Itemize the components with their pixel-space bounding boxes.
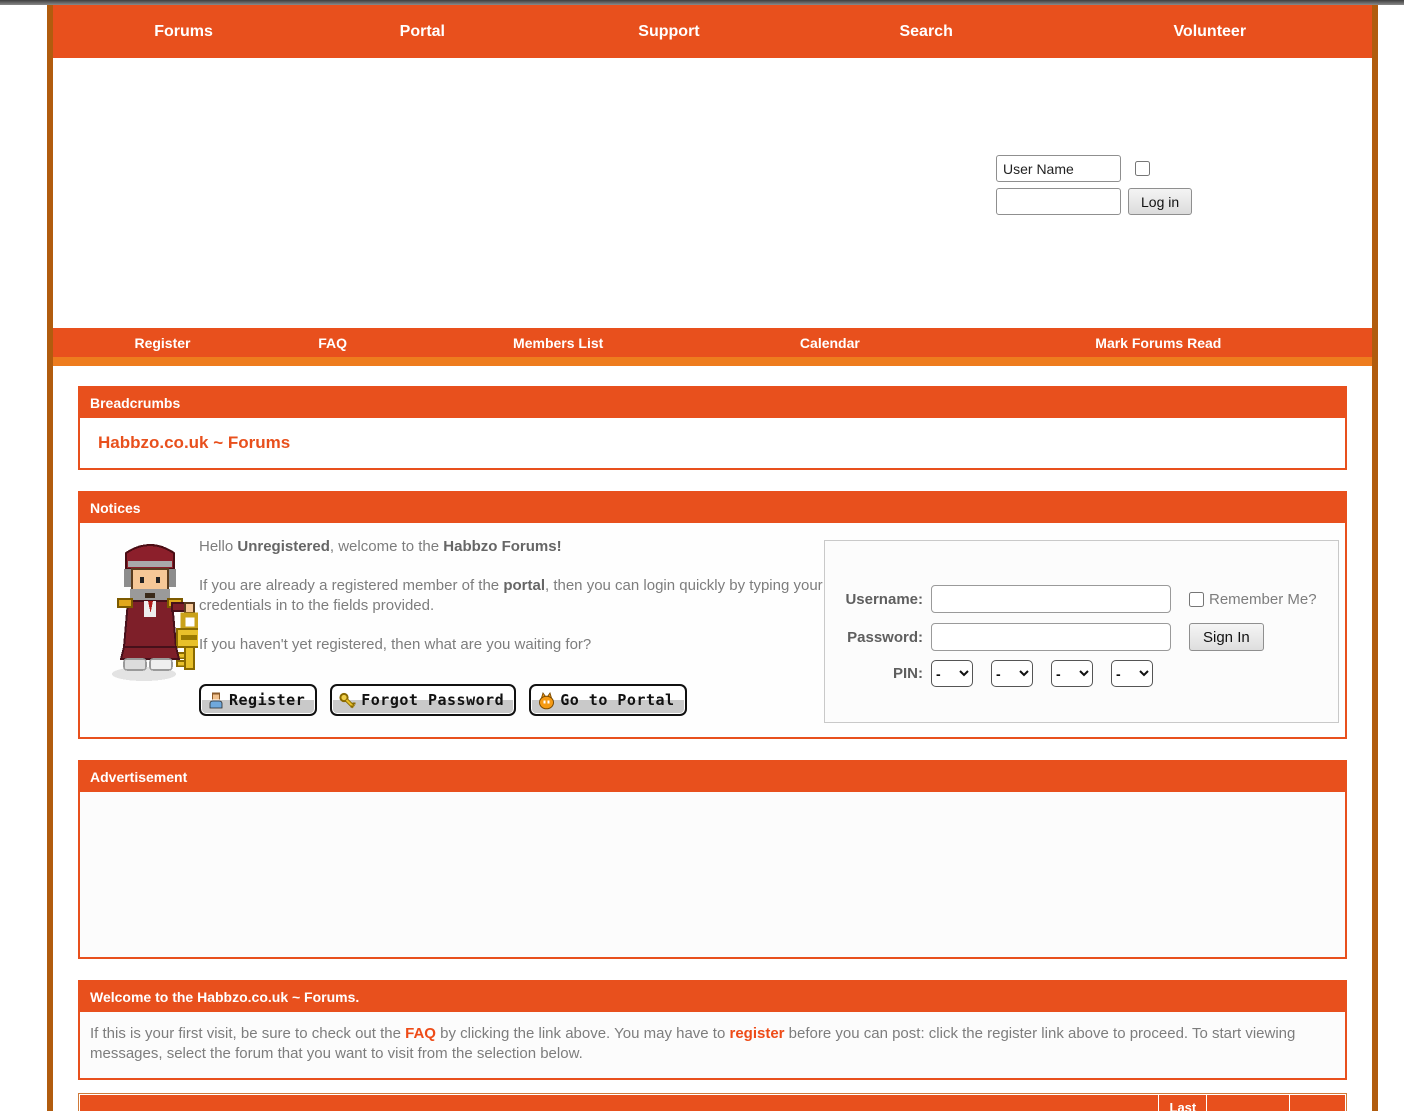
sub-navbar-accent-strip bbox=[53, 357, 1372, 366]
pin-select-1[interactable]: - bbox=[931, 660, 973, 687]
last-post-column-header: Last Post bbox=[1159, 1095, 1206, 1111]
forum-column-header bbox=[80, 1095, 1158, 1111]
posts-column-header bbox=[1290, 1095, 1345, 1111]
advertisement-body bbox=[80, 792, 1345, 957]
breadcrumbs-panel: Breadcrumbs Habbzo.co.uk ~ Forums bbox=[78, 386, 1347, 470]
remember-me: Remember Me? bbox=[1189, 591, 1317, 608]
notices-header: Notices bbox=[80, 493, 1345, 523]
remember-me-checkbox[interactable] bbox=[1189, 592, 1204, 607]
nav-volunteer[interactable]: Volunteer bbox=[1173, 23, 1246, 41]
nav-mark-forums-read[interactable]: Mark Forums Read bbox=[1095, 335, 1221, 351]
nav-calendar[interactable]: Calendar bbox=[800, 335, 860, 351]
register-link[interactable]: register bbox=[729, 1025, 784, 1042]
sign-in-button[interactable]: Sign In bbox=[1189, 623, 1264, 651]
username-field[interactable] bbox=[931, 585, 1171, 613]
nav-register[interactable]: Register bbox=[134, 335, 190, 351]
faq-link[interactable]: FAQ bbox=[405, 1025, 436, 1042]
forum-page: Forums Portal Support Search Volunteer L… bbox=[47, 5, 1378, 1111]
portal-pet-icon bbox=[537, 691, 556, 710]
notices-login-box: Username: Remember Me? Password: Sign In bbox=[824, 540, 1339, 723]
breadcrumb: Habbzo.co.uk ~ Forums bbox=[80, 418, 1345, 468]
main-navbar: Forums Portal Support Search Volunteer bbox=[53, 5, 1372, 58]
pin-select-4[interactable]: - bbox=[1111, 660, 1153, 687]
username-label: Username: bbox=[825, 591, 923, 608]
notices-panel: Notices bbox=[78, 491, 1347, 739]
notice-text: Hello Unregistered, welcome to the Habbz… bbox=[199, 537, 824, 674]
forgot-password-button[interactable]: Forgot Password bbox=[330, 684, 516, 716]
notice-greeting: Hello Unregistered, welcome to the Habbz… bbox=[199, 537, 824, 557]
page-root: Forums Portal Support Search Volunteer L… bbox=[0, 0, 1404, 1111]
forum-list-table: Last Post bbox=[78, 1093, 1347, 1111]
welcome-panel: Welcome to the Habbzo.co.uk ~ Forums. If… bbox=[78, 980, 1347, 1080]
password-field[interactable] bbox=[931, 623, 1171, 651]
pin-select-3[interactable]: - bbox=[1051, 660, 1093, 687]
sub-navbar: Register FAQ Members List Calendar Mark … bbox=[53, 328, 1372, 357]
hotel-manager-character-image bbox=[102, 541, 198, 681]
notice-buttons: Register Forgot Password bbox=[199, 684, 687, 716]
welcome-body: If this is your first visit, be sure to … bbox=[80, 1012, 1345, 1078]
notice-login-info: If you are already a registered member o… bbox=[199, 576, 824, 616]
welcome-header: Welcome to the Habbzo.co.uk ~ Forums. bbox=[80, 982, 1345, 1012]
pin-label: PIN: bbox=[825, 665, 923, 682]
notices-body: Hello Unregistered, welcome to the Habbz… bbox=[80, 523, 1345, 737]
threads-column-header bbox=[1207, 1095, 1289, 1111]
register-button[interactable]: Register bbox=[199, 684, 317, 716]
person-icon bbox=[207, 691, 225, 709]
breadcrumb-home-link[interactable]: Habbzo.co.uk ~ Forums bbox=[98, 433, 290, 452]
nav-faq[interactable]: FAQ bbox=[318, 335, 347, 351]
header-area: Log in bbox=[53, 58, 1372, 328]
advertisement-header: Advertisement bbox=[80, 762, 1345, 792]
main-content: Breadcrumbs Habbzo.co.uk ~ Forums Notice… bbox=[53, 366, 1372, 1111]
pin-select-2[interactable]: - bbox=[991, 660, 1033, 687]
password-label: Password: bbox=[825, 629, 923, 646]
key-icon bbox=[338, 691, 357, 710]
nav-members-list[interactable]: Members List bbox=[513, 335, 603, 351]
nav-search[interactable]: Search bbox=[899, 23, 952, 41]
forum-table-header-row: Last Post bbox=[80, 1095, 1345, 1111]
quick-login-form: Log in bbox=[996, 155, 1192, 221]
breadcrumbs-header: Breadcrumbs bbox=[80, 388, 1345, 418]
login-button[interactable]: Log in bbox=[1128, 188, 1192, 215]
quick-username-input[interactable] bbox=[996, 155, 1121, 182]
go-to-portal-button[interactable]: Go to Portal bbox=[529, 684, 686, 716]
notice-register-prompt: If you haven't yet registered, then what… bbox=[199, 635, 824, 655]
nav-support[interactable]: Support bbox=[638, 23, 699, 41]
advertisement-panel: Advertisement bbox=[78, 760, 1347, 959]
quick-password-input[interactable] bbox=[996, 188, 1121, 215]
nav-forums[interactable]: Forums bbox=[154, 23, 213, 41]
nav-portal[interactable]: Portal bbox=[400, 23, 445, 41]
quick-remember-checkbox[interactable] bbox=[1135, 161, 1150, 176]
